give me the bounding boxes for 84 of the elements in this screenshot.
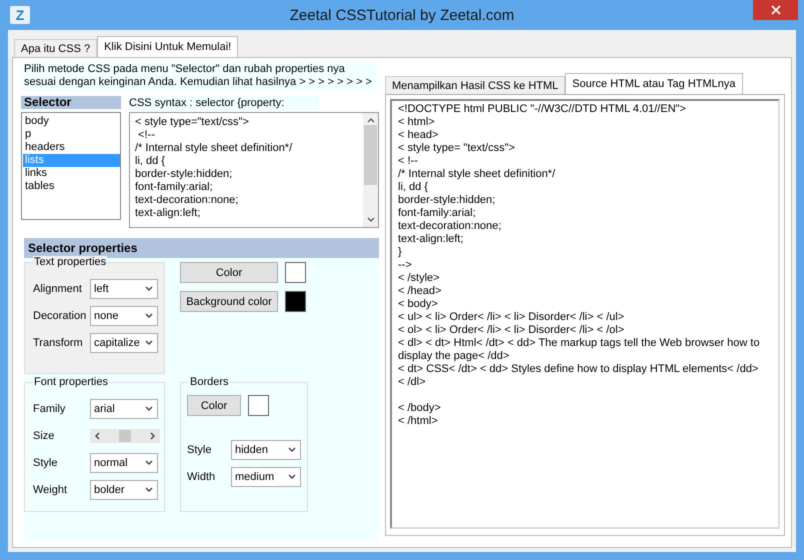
dropdown[interactable]: normal [90,452,158,472]
dropdown[interactable]: capitalize [90,332,158,352]
tab[interactable]: Menampilkan Hasil CSS ke HTML [385,76,566,94]
chevron-icon [145,460,153,466]
field-label: Style [187,444,212,456]
chevron-icon [145,486,153,492]
list-item[interactable]: tables [23,180,120,193]
code-line: border-style:hidden; [398,194,496,207]
tab[interactable]: Klik Disini Untuk Memulai! [97,36,238,57]
code-line: text-align:left; [398,233,464,246]
field-label: Weight [33,484,68,496]
code-line: < /body> [398,402,442,415]
source-text-area[interactable] [390,99,780,529]
list-item[interactable]: p [23,128,120,141]
selector-heading: Selector [21,96,121,109]
code-line: border-style:hidden; [135,168,234,181]
tab[interactable]: Source HTML atau Tag HTMLnya [565,73,743,94]
group-title: Borders [189,376,230,388]
code-line: < !-- [398,155,419,168]
dropdown[interactable]: medium [231,466,301,486]
group-title: Text properties [33,256,108,268]
code-line: --> [398,259,413,272]
chevron-icon [145,406,153,412]
code-line: < /html> [398,415,439,428]
field-label: Alignment [33,282,83,294]
field-label: Decoration [33,310,88,322]
code-line: < /head> [398,285,442,298]
code-line: /* Internal style sheet definition*/ [398,168,556,181]
field-label: Style [33,456,58,468]
chevron-icon [288,446,296,452]
field-label: Size [33,430,56,442]
section-heading: Selector properties [24,238,379,258]
code-line: < style type="text/css"> [135,116,250,129]
css-text-area[interactable]: < style type="text/css"> <!-- /* Internal style sheet definition*/ li, dd { border-style:hidden; font-family:arial; text-decoration:none; text-align:left; [129,112,379,228]
code-line: li, dd { [135,155,166,168]
code-line: } [398,246,403,259]
css-syntax-label: CSS syntax : selector {property: [129,96,319,110]
dropdown[interactable]: bolder [90,480,158,500]
code-line: < body> [398,298,439,311]
chevron-icon [145,312,153,318]
code-line: font-family:arial; [398,207,477,220]
chevron-icon [288,474,296,480]
code-line: < head> [398,129,440,142]
code-line: li, dd { [398,181,429,194]
instructions-text: Pilih metode CSS pada menu "Selector" dan rubah properties nya sesuai dengan keinginan Anda. Kemudian lihat hasilnya > > > > > > > > [21,62,377,90]
code-line: < dl> < dt> Html< /dt> < dd> The markup tags tell the Web browser how to display the page< /dd> [398,337,761,363]
code-line: < /style> [398,272,441,285]
color-button[interactable]: Color [180,262,278,283]
list-item[interactable]: links [23,167,120,180]
field-label: Transform [33,336,84,348]
list-item[interactable]: headers [23,141,120,154]
window-title: Zeetal CSSTutorial by Zeetal.com [288,6,516,24]
color-button[interactable]: Background color [180,291,278,312]
code-line: text-decoration:none; [135,194,240,207]
code-line: < ol> < li> Order< /li> < li> Disorder< /li> < /ol> [398,324,626,337]
code-line: < ul> < li> Order< /li> < li> Disorder< /li> < /ul> [398,311,626,324]
chevron-icon [145,286,153,292]
dropdown[interactable]: none [90,306,158,326]
dropdown[interactable]: hidden [231,440,301,460]
code-line: /* Internal style sheet definition*/ [135,142,294,155]
code-line: <!-- [137,129,156,142]
code-line: text-decoration:none; [398,220,502,233]
tab[interactable]: Apa itu CSS ? [14,39,98,57]
dropdown[interactable]: arial [90,398,158,418]
code-line: font-family:arial; [135,181,214,194]
code-line: text-align:left; [135,207,202,220]
chevron-icon [145,340,153,346]
app-icon: Z [10,6,30,24]
code-line: < /dl> [398,376,427,389]
slider-thumb[interactable] [118,430,132,442]
code-line: < style type= "text/css"> [398,142,516,155]
list-item[interactable]: body [23,115,120,128]
field-label: Family [33,402,66,414]
group-title: Font properties [33,376,109,388]
field-label: Width [187,470,216,482]
close-icon [770,5,780,15]
scrollbar[interactable] [363,113,378,227]
size-slider[interactable] [90,428,160,442]
code-line: <!DOCTYPE html PUBLIC "-//W3C//DTD HTML 4.01//EN"> [398,103,687,116]
code-line: < html> [398,116,436,129]
color-button[interactable]: Color [187,395,241,416]
close-button[interactable] [753,0,798,20]
code-line: < dt> CSS< /dt> < dd> Styles define how to display HTML elements< /dd> [398,363,760,376]
dropdown[interactable]: left [90,278,158,298]
